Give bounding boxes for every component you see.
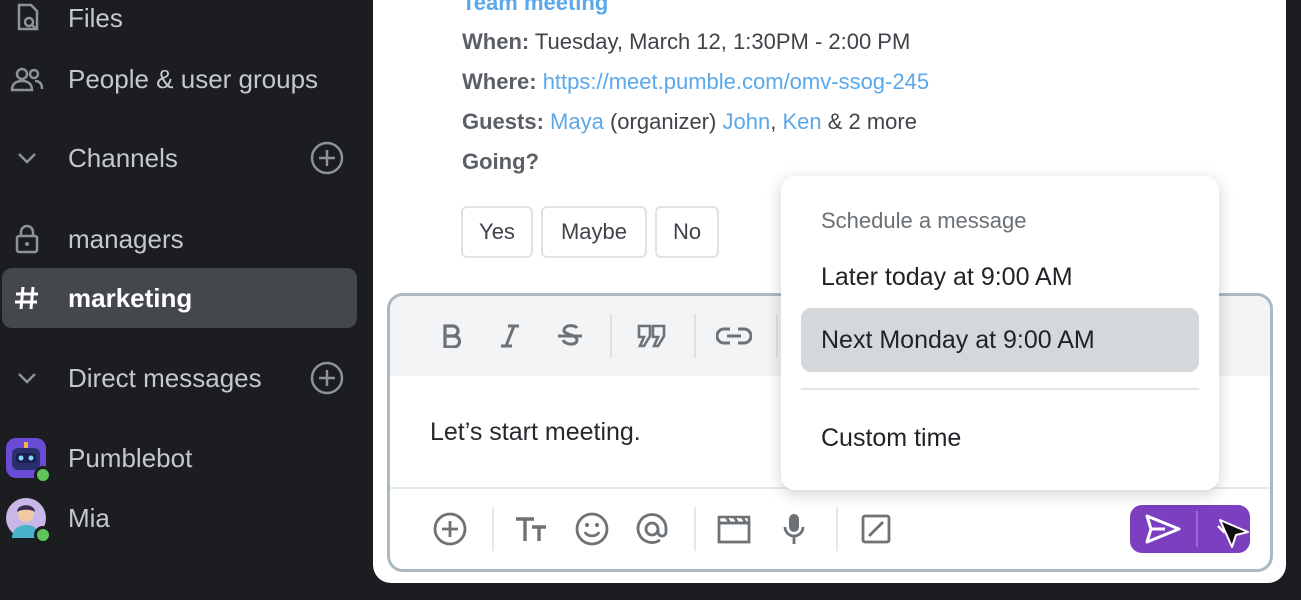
mouse-cursor-icon xyxy=(1218,518,1252,559)
mention-icon[interactable] xyxy=(632,509,672,549)
send-button[interactable] xyxy=(1130,505,1196,553)
schedule-message-menu: Schedule a message Later today at 9:00 A… xyxy=(781,176,1219,490)
sidebar-item-label: marketing xyxy=(68,282,193,313)
text-format-icon[interactable] xyxy=(512,509,552,549)
guest-separator: , xyxy=(770,109,777,134)
hash-icon xyxy=(10,281,44,315)
sidebar-item-label: Files xyxy=(68,2,123,33)
guest-link[interactable]: Ken xyxy=(782,109,821,134)
video-clip-icon[interactable] xyxy=(714,509,754,549)
people-icon xyxy=(10,62,44,96)
channels-section-header[interactable]: Channels xyxy=(0,128,372,188)
going-question: Going? xyxy=(462,149,539,175)
rsvp-no-button[interactable]: No xyxy=(655,206,719,258)
guest-role: (organizer) xyxy=(609,109,717,134)
rsvp-yes-button[interactable]: Yes xyxy=(461,206,533,258)
guest-link[interactable]: John xyxy=(722,109,770,134)
when-value: Tuesday, March 12, 1:30PM - 2:00 PM xyxy=(534,29,911,54)
guests-label: Guests: xyxy=(462,109,544,134)
sidebar-item-label: People & user groups xyxy=(68,63,319,94)
meeting-link[interactable]: https://meet.pumble.com/omv-ssog-245 xyxy=(543,69,929,94)
link-icon[interactable] xyxy=(714,316,754,356)
file-search-icon xyxy=(10,1,44,35)
sidebar-item-label: Mia xyxy=(68,502,110,533)
chevron-down-icon xyxy=(10,141,44,175)
rsvp-maybe-button[interactable]: Maybe xyxy=(541,206,647,258)
schedule-next-monday-option[interactable]: Next Monday at 9:00 AM xyxy=(801,308,1199,372)
menu-header: Schedule a message xyxy=(821,208,1027,233)
when-label: When: xyxy=(462,29,530,54)
schedule-later-today-option[interactable]: Later today at 9:00 AM xyxy=(801,245,1199,309)
event-when: When: Tuesday, March 12, 1:30PM - 2:00 P… xyxy=(462,29,910,55)
section-label: Channels xyxy=(68,142,178,173)
message-input[interactable]: Let’s start meeting. xyxy=(430,418,641,447)
section-label: Direct messages xyxy=(68,362,262,393)
schedule-custom-time-option[interactable]: Custom time xyxy=(801,406,1199,470)
event-guests: Guests: Maya (organizer) John, Ken & 2 m… xyxy=(462,109,917,135)
avatar xyxy=(6,498,52,544)
emoji-icon[interactable] xyxy=(572,509,612,549)
add-attachment-icon[interactable] xyxy=(430,509,470,549)
italic-icon[interactable] xyxy=(490,316,530,356)
avatar xyxy=(6,438,52,484)
sidebar-item-label: managers xyxy=(68,223,184,254)
strikethrough-icon[interactable] xyxy=(550,316,590,356)
where-label: Where: xyxy=(462,69,537,94)
event-title-link[interactable]: Team meeting xyxy=(462,0,608,16)
slash-command-icon[interactable] xyxy=(856,509,896,549)
sidebar: Files People & user groups Channels mana… xyxy=(0,0,372,600)
online-status-dot xyxy=(34,526,52,544)
sidebar-item-marketing[interactable]: marketing xyxy=(2,268,357,328)
event-where: Where: https://meet.pumble.com/omv-ssog-… xyxy=(462,69,929,95)
guests-more: & 2 more xyxy=(827,109,917,134)
lock-icon xyxy=(10,222,44,256)
chevron-down-icon xyxy=(10,361,44,395)
bold-icon[interactable] xyxy=(432,316,472,356)
going-label: Going? xyxy=(462,149,539,174)
microphone-icon[interactable] xyxy=(774,509,814,549)
direct-messages-section-header[interactable]: Direct messages xyxy=(0,348,372,408)
sidebar-item-label: Pumblebot xyxy=(68,442,193,473)
add-channel-button[interactable] xyxy=(310,141,344,175)
quote-icon[interactable] xyxy=(632,316,672,356)
add-direct-message-button[interactable] xyxy=(310,361,344,395)
online-status-dot xyxy=(34,466,52,484)
guest-link[interactable]: Maya xyxy=(550,109,604,134)
